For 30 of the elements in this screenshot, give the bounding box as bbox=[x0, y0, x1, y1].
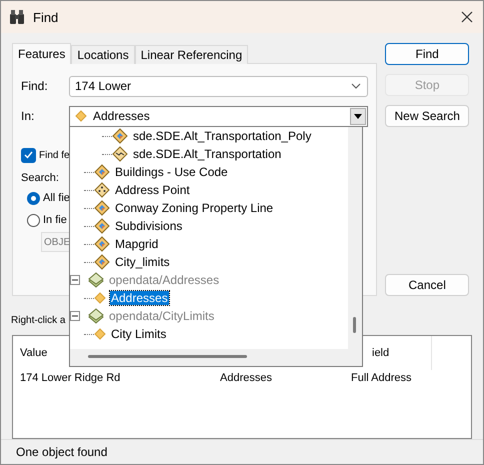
tree-item[interactable]: Conway Zoning Property Line bbox=[70, 198, 348, 216]
tree-item[interactable]: City_limits bbox=[70, 252, 348, 270]
tree-item[interactable]: sde.SDE.Alt_Transportation bbox=[70, 144, 348, 162]
tree-item[interactable]: Addresses bbox=[70, 288, 348, 306]
find-combo[interactable]: 174 Lower bbox=[69, 76, 368, 96]
in-label: In: bbox=[21, 109, 36, 123]
tab[interactable]: Locations bbox=[71, 45, 135, 64]
tree-item[interactable]: opendata/Addresses bbox=[70, 270, 348, 288]
search-label: Search: bbox=[21, 172, 59, 184]
table-cell-text: Addresses bbox=[219, 372, 273, 384]
tree-item[interactable]: sde.SDE.Alt_Transportation_Poly bbox=[70, 126, 348, 144]
action-button[interactable]: New Search bbox=[385, 105, 469, 127]
radio-label: In fie bbox=[43, 214, 67, 226]
find-label: Find: bbox=[21, 79, 49, 93]
tab[interactable]: Linear Referencing bbox=[134, 45, 248, 64]
column-header[interactable]: ield bbox=[344, 336, 432, 370]
default-action-button[interactable]: Find bbox=[385, 43, 469, 65]
table-cell-text: 174 Lower Ridge Rd bbox=[19, 372, 122, 384]
checkbox-label: Find fe bbox=[39, 150, 70, 160]
tree-item[interactable]: Address Point bbox=[70, 180, 348, 198]
radio-label: All fie bbox=[43, 192, 70, 204]
cancel-button[interactable]: Cancel bbox=[385, 274, 469, 296]
table-cell-text: Full Address bbox=[350, 372, 413, 384]
tab[interactable]: Features bbox=[12, 43, 72, 64]
window-title: Find bbox=[33, 10, 60, 24]
hint-text: Right-click a bbox=[11, 315, 65, 328]
status-text: One object found bbox=[1, 439, 483, 464]
tree-item[interactable]: Buildings - Use Code bbox=[70, 162, 348, 180]
tree-item[interactable]: opendata/CityLimits bbox=[70, 306, 348, 324]
tree-item[interactable]: Subdivisions bbox=[70, 216, 348, 234]
